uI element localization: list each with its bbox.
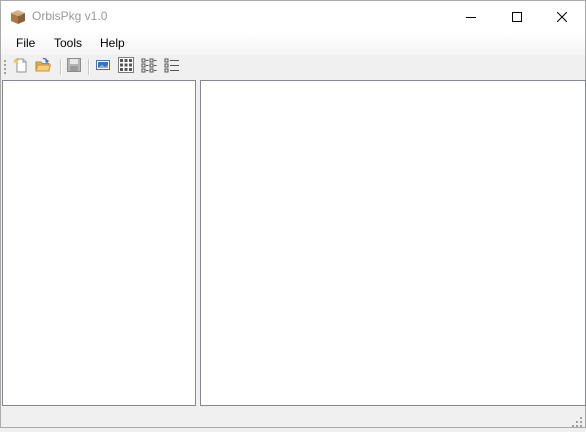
save-disk-icon — [66, 57, 82, 78]
save-button[interactable] — [65, 57, 83, 78]
maximize-icon — [512, 11, 522, 22]
large-icons-button[interactable] — [117, 56, 135, 78]
small-icons-button[interactable] — [140, 58, 158, 76]
minimize-button[interactable] — [448, 1, 494, 32]
window-title: OrbisPkg v1.0 — [32, 9, 108, 23]
open-folder-icon — [35, 57, 52, 78]
maximize-button[interactable] — [494, 1, 540, 32]
new-button[interactable] — [12, 57, 30, 78]
menu-bar: File Tools Help — [1, 32, 585, 55]
resize-grip-icon[interactable] — [572, 414, 582, 427]
new-file-icon — [13, 57, 29, 78]
image-view-icon — [95, 57, 111, 78]
menu-help[interactable]: Help — [98, 36, 127, 50]
content-pane[interactable] — [200, 80, 586, 406]
toolbar-grip-icon[interactable] — [4, 59, 7, 75]
close-icon — [557, 11, 567, 22]
close-button[interactable] — [539, 1, 585, 32]
list-view-button[interactable] — [163, 58, 181, 76]
status-bar — [1, 406, 585, 427]
toolbar-separator — [60, 59, 62, 75]
menu-tools[interactable]: Tools — [52, 36, 84, 50]
title-bar[interactable]: OrbisPkg v1.0 — [1, 1, 585, 32]
list-view-icon — [164, 57, 180, 78]
tree-pane[interactable] — [2, 80, 196, 406]
app-window: OrbisPkg v1.0 File Tools Help — [0, 0, 586, 428]
minimize-icon — [466, 12, 476, 22]
toolbar — [1, 55, 585, 79]
package-box-icon — [10, 9, 26, 25]
image-view-button[interactable] — [94, 58, 112, 76]
small-icons-view-icon — [141, 57, 157, 78]
open-button[interactable] — [34, 57, 52, 78]
large-icons-view-icon — [118, 56, 134, 78]
toolbar-separator — [88, 59, 90, 75]
menu-file[interactable]: File — [14, 36, 37, 50]
